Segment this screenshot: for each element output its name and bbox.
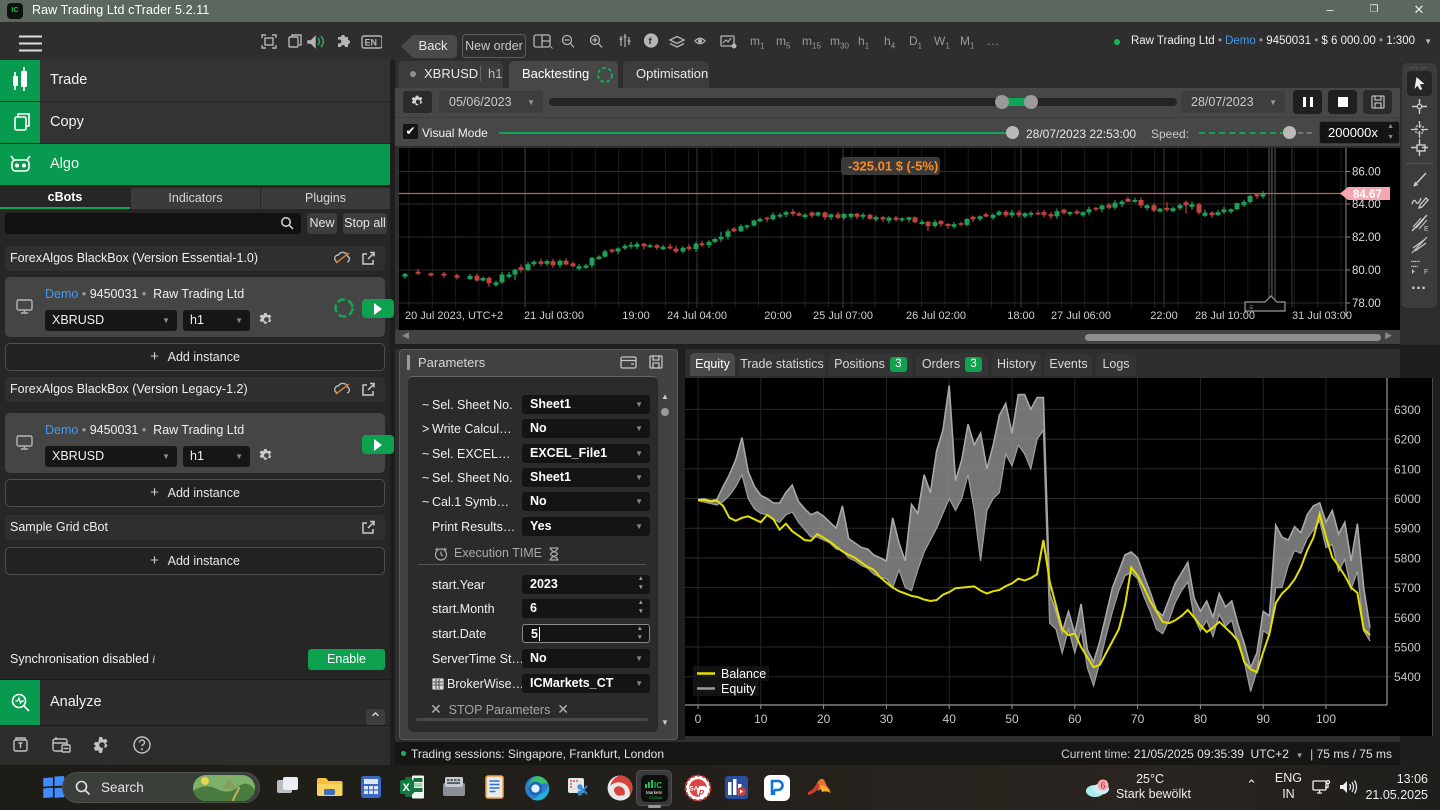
svg-text:27 Jul 06:00: 27 Jul 06:00 <box>1051 310 1111 322</box>
svg-text:20:00: 20:00 <box>764 310 792 322</box>
svg-text:40: 40 <box>943 712 957 726</box>
svg-text:80.00: 80.00 <box>1352 265 1381 277</box>
svg-text:𝑝: 𝑝 <box>698 787 704 797</box>
svg-text:24 Jul 04:00: 24 Jul 04:00 <box>667 310 727 322</box>
svg-text:IC: IC <box>654 781 662 790</box>
svg-text:90: 90 <box>1257 712 1271 726</box>
svg-text:F: F <box>1424 269 1428 276</box>
svg-text:6: 6 <box>1101 781 1106 791</box>
svg-text:60: 60 <box>1068 712 1082 726</box>
svg-text:18:00: 18:00 <box>1007 310 1035 322</box>
svg-text:EN: EN <box>365 38 378 48</box>
svg-text:100: 100 <box>1316 712 1336 726</box>
svg-text:5700: 5700 <box>1394 581 1421 595</box>
svg-text:21 Jul 03:00: 21 Jul 03:00 <box>524 310 584 322</box>
svg-text:84.67: 84.67 <box>1353 189 1382 201</box>
svg-text:-325.01 $ (-5%): -325.01 $ (-5%) <box>848 159 938 174</box>
svg-text:Balance: Balance <box>721 667 766 681</box>
svg-text:70: 70 <box>1131 712 1145 726</box>
svg-text:6200: 6200 <box>1394 433 1421 447</box>
svg-text:50: 50 <box>1005 712 1019 726</box>
svg-text:78.00: 78.00 <box>1352 298 1381 310</box>
svg-text:Equity: Equity <box>721 682 756 696</box>
svg-text:X: X <box>403 782 411 794</box>
svg-text:5500: 5500 <box>1394 641 1421 655</box>
svg-text:25 Jul 07:00: 25 Jul 07:00 <box>813 310 873 322</box>
svg-text:82.00: 82.00 <box>1352 232 1381 244</box>
svg-text:6100: 6100 <box>1394 462 1421 476</box>
svg-text:6300: 6300 <box>1394 403 1421 417</box>
svg-text:Markets: Markets <box>646 790 663 795</box>
svg-text:0: 0 <box>695 712 702 726</box>
svg-text:20: 20 <box>817 712 831 726</box>
svg-text:5600: 5600 <box>1394 611 1421 625</box>
svg-text:10: 10 <box>754 712 768 726</box>
svg-text:20 Jul 2023, UTC+2: 20 Jul 2023, UTC+2 <box>405 310 503 322</box>
svg-text:5800: 5800 <box>1394 551 1421 565</box>
svg-text:19:00: 19:00 <box>622 310 650 322</box>
svg-text:5400: 5400 <box>1394 670 1421 684</box>
svg-text:30: 30 <box>880 712 894 726</box>
svg-text:80: 80 <box>1194 712 1208 726</box>
svg-text:28 Jul 10:00: 28 Jul 10:00 <box>1195 310 1255 322</box>
svg-text:22:00: 22:00 <box>1150 310 1178 322</box>
svg-text:26 Jul 02:00: 26 Jul 02:00 <box>906 310 966 322</box>
svg-text:6000: 6000 <box>1394 492 1421 506</box>
svg-text:E: E <box>1424 226 1429 233</box>
svg-text:86.00: 86.00 <box>1352 167 1381 179</box>
svg-text:GLOBAL: GLOBAL <box>649 796 663 800</box>
svg-text:5900: 5900 <box>1394 522 1421 536</box>
svg-text:31 Jul 03:00: 31 Jul 03:00 <box>1292 310 1352 322</box>
